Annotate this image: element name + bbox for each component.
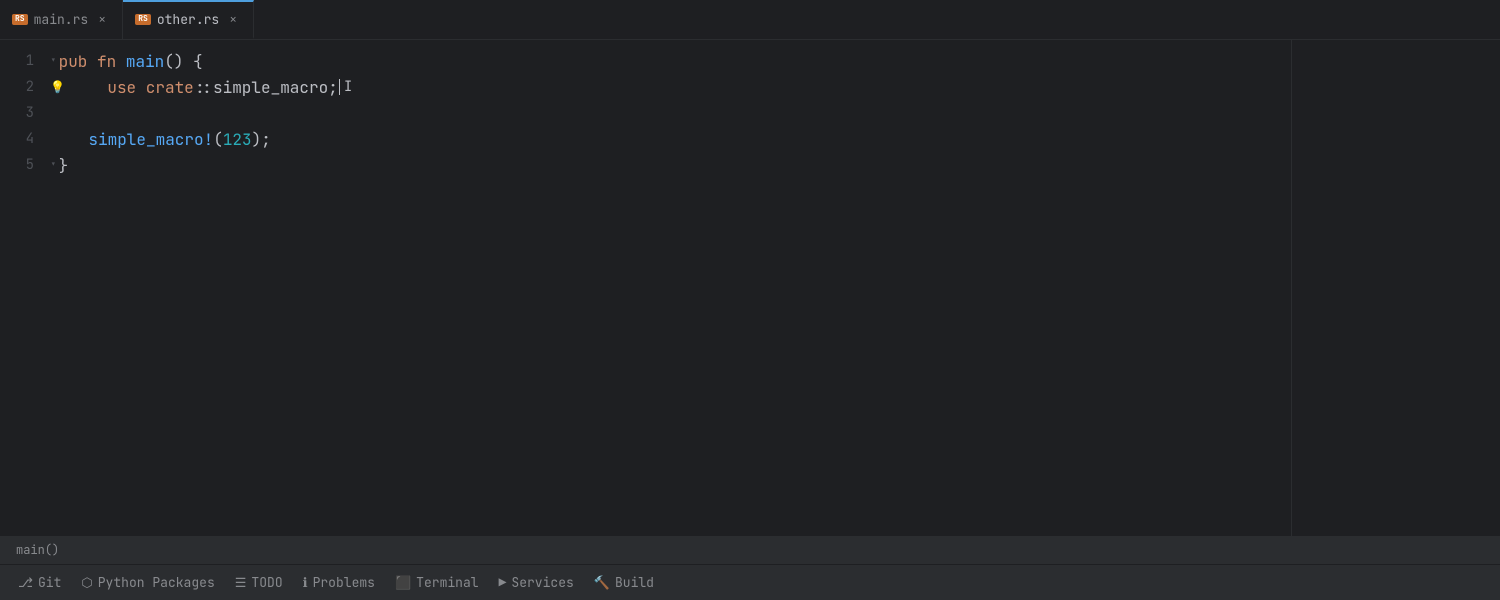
code-line-4: 4 simple_macro!(123);	[0, 126, 1291, 152]
toolbar-git-label: Git	[38, 574, 61, 591]
build-icon: 🔨	[594, 574, 610, 591]
todo-icon: ☰	[235, 574, 247, 591]
toolbar-item-services[interactable]: ▶ Services	[489, 570, 584, 595]
toolbar-item-terminal[interactable]: ⬛ Terminal	[385, 570, 489, 595]
editor-main: 1 ▾ pub fn main() { 2 💡 use crate::simpl…	[0, 40, 1292, 536]
toolbar-item-todo[interactable]: ☰ TODO	[225, 570, 293, 595]
tab-other-rs-close[interactable]: ✕	[225, 12, 241, 28]
tab-main-rs-label: main.rs	[34, 11, 89, 28]
tab-main-rs-icon: RS	[12, 14, 28, 26]
text-cursor	[339, 79, 340, 95]
tab-main-rs[interactable]: RS main.rs ✕	[0, 0, 123, 39]
toolbar-build-label: Build	[615, 574, 654, 591]
code-line-2: 2 💡 use crate::simple_macro; I	[0, 74, 1291, 100]
editor-container: 1 ▾ pub fn main() { 2 💡 use crate::simpl…	[0, 40, 1500, 536]
terminal-icon: ⬛	[395, 574, 411, 591]
scrollbar[interactable]	[1292, 40, 1300, 536]
toolbar-item-problems[interactable]: ℹ Problems	[293, 570, 385, 595]
code-line-3: 3	[0, 100, 1291, 126]
cursor-bar: I	[344, 78, 352, 96]
toolbar-problems-label: Problems	[313, 574, 375, 591]
code-line-5: 5 ▾ }	[0, 152, 1291, 178]
fold-icon-5[interactable]: ▾	[50, 158, 57, 172]
toolbar-item-git[interactable]: ⎇ Git	[8, 570, 71, 595]
tab-other-rs-label: other.rs	[157, 11, 219, 28]
tab-bar: RS main.rs ✕ RS other.rs ✕	[0, 0, 1500, 40]
code-line-1: 1 ▾ pub fn main() {	[0, 48, 1291, 74]
line-number-4: 4	[0, 126, 50, 152]
line-number-2: 2	[0, 74, 50, 100]
tab-other-rs-icon: RS	[135, 14, 151, 26]
toolbar-services-label: Services	[511, 574, 573, 591]
breadcrumb-text: main()	[16, 542, 59, 558]
tab-main-rs-close[interactable]: ✕	[94, 12, 110, 28]
breadcrumb-bar: main()	[0, 536, 1500, 564]
line-number-5: 5	[0, 152, 50, 178]
tab-other-rs[interactable]: RS other.rs ✕	[123, 0, 254, 39]
problems-icon: ℹ	[303, 574, 308, 591]
toolbar-python-label: Python Packages	[98, 574, 215, 591]
toolbar-terminal-label: Terminal	[416, 574, 478, 591]
line-number-3: 3	[0, 100, 50, 126]
right-panel	[1300, 40, 1500, 536]
fold-icon-1[interactable]: ▾	[50, 54, 57, 68]
services-icon: ▶	[499, 574, 507, 591]
code-area[interactable]: 1 ▾ pub fn main() { 2 💡 use crate::simpl…	[0, 40, 1291, 536]
git-icon: ⎇	[18, 574, 33, 591]
toolbar-todo-label: TODO	[251, 574, 282, 591]
toolbar-item-build[interactable]: 🔨 Build	[584, 570, 664, 595]
line-number-1: 1	[0, 48, 50, 74]
bottom-toolbar: ⎇ Git ⬡ Python Packages ☰ TODO ℹ Problem…	[0, 564, 1500, 600]
python-icon: ⬡	[81, 574, 92, 591]
toolbar-item-python-packages[interactable]: ⬡ Python Packages	[71, 570, 224, 595]
hint-icon-2[interactable]: 💡	[50, 79, 65, 95]
